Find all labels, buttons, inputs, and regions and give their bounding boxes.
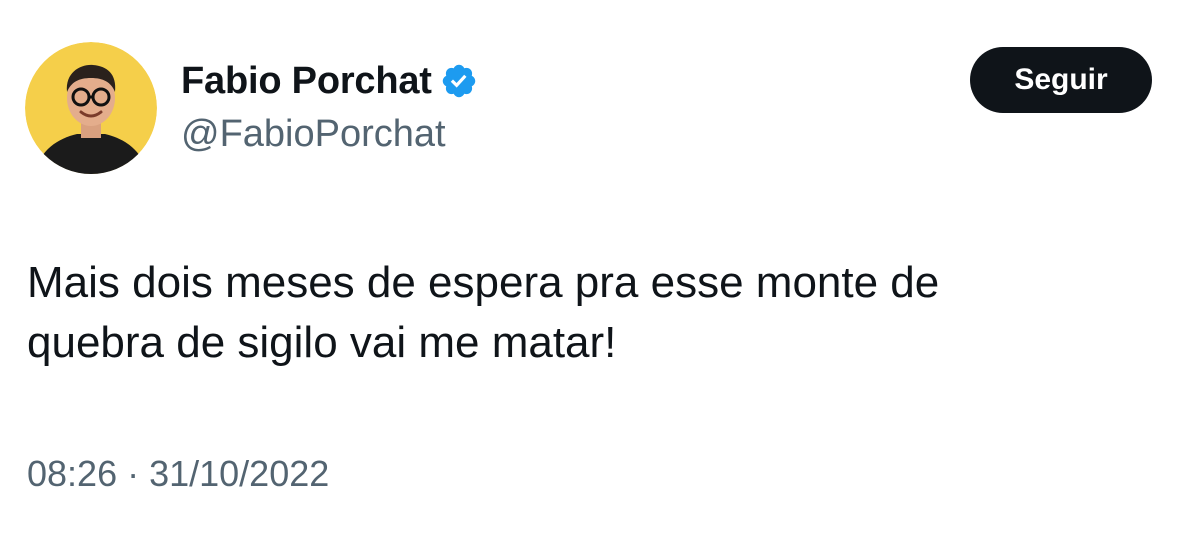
tweet-text: Mais dois meses de espera pra esse monte…	[27, 253, 1147, 373]
verified-badge-icon	[440, 62, 478, 100]
tweet-time[interactable]: 08:26	[27, 453, 117, 495]
user-handle[interactable]: @FabioPorchat	[181, 113, 446, 156]
tweet-text-line: quebra de sigilo vai me matar!	[27, 318, 617, 367]
display-name[interactable]: Fabio Porchat	[181, 60, 432, 103]
tweet-date[interactable]: 31/10/2022	[149, 453, 329, 495]
name-row: Fabio Porchat	[181, 56, 478, 106]
avatar[interactable]	[25, 42, 157, 174]
follow-button[interactable]: Seguir	[970, 47, 1152, 113]
tweet-text-line: Mais dois meses de espera pra esse monte…	[27, 258, 940, 307]
timestamp-separator: ·	[127, 453, 140, 494]
tweet-timestamp: 08:26 · 31/10/2022	[27, 453, 329, 495]
profile-photo-icon	[25, 42, 157, 174]
tweet-card: Fabio Porchat @FabioPorchat Seguir Mais …	[0, 0, 1200, 535]
